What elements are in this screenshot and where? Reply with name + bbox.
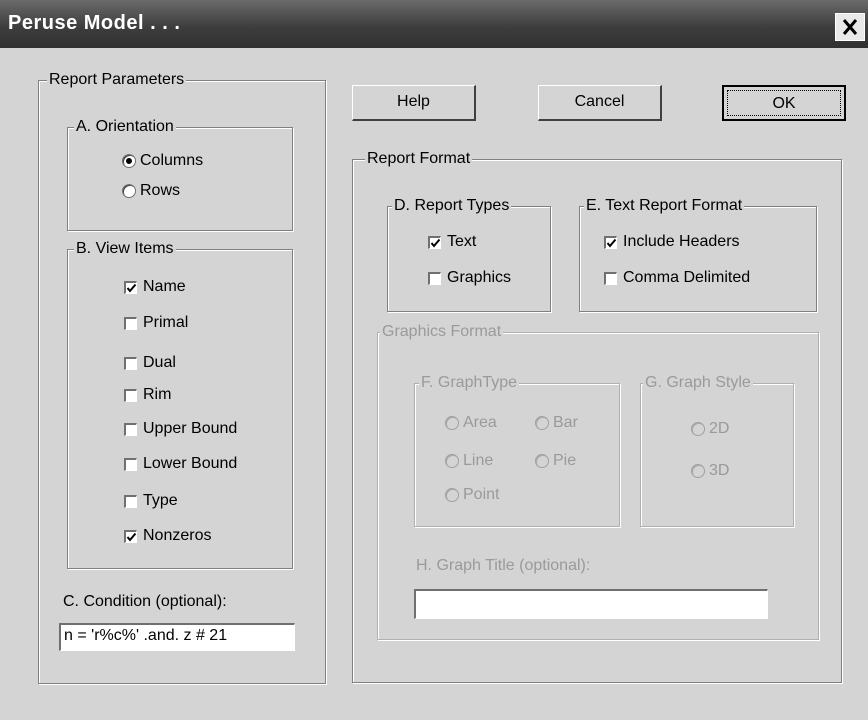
report-format-group: Report Format D. Report Types Text Graph… (352, 150, 842, 683)
radio-button-icon (445, 416, 459, 430)
checkbox-icon (124, 388, 137, 402)
text-report-format-group: E. Text Report Format Include Headers Co… (579, 197, 817, 312)
checkbox-icon (428, 271, 441, 285)
checkbox-label: Graphics (447, 269, 512, 286)
radio-label: Bar (553, 414, 578, 431)
checkbox-label: Nonzeros (143, 527, 212, 544)
checkbox-icon (124, 316, 137, 330)
checkbox-icon (124, 356, 137, 370)
checkbox-upper-bound[interactable]: Upper Bound (124, 418, 237, 440)
cancel-button[interactable]: Cancel (538, 85, 662, 121)
checkbox-primal[interactable]: Primal (124, 312, 188, 334)
checkbox-graphics[interactable]: Graphics (428, 267, 511, 289)
window-title: Peruse Model . . . (8, 12, 181, 34)
checkbox-icon (124, 494, 137, 508)
radio-columns[interactable]: Columns (122, 150, 203, 172)
title-bar[interactable]: Peruse Model . . . (0, 0, 868, 48)
radio-label: Point (463, 486, 500, 503)
graph-type-legend: F. GraphType (419, 374, 520, 392)
checkbox-label: Rim (143, 386, 172, 403)
radio-bar[interactable]: Bar (535, 412, 578, 434)
graph-style-group: G. Graph Style 2D 3D (640, 374, 794, 527)
radio-button-icon (445, 488, 459, 502)
checkbox-lower-bound[interactable]: Lower Bound (124, 453, 237, 475)
checkbox-label: Primal (143, 314, 189, 331)
checkbox-type[interactable]: Type (124, 490, 178, 512)
radio-rows[interactable]: Rows (122, 180, 180, 202)
text-report-format-legend: E. Text Report Format (584, 197, 745, 215)
checkbox-dual[interactable]: Dual (124, 352, 176, 374)
radio-label: Columns (140, 152, 204, 169)
checkbox-name[interactable]: Name (124, 276, 186, 298)
help-button[interactable]: Help (352, 85, 476, 121)
graph-style-legend: G. Graph Style (643, 374, 753, 392)
report-parameters-legend: Report Parameters (47, 71, 187, 89)
report-parameters-group: Report Parameters A. Orientation Columns… (38, 71, 326, 684)
graph-type-group: F. GraphType Area Bar Line Pie Point (414, 374, 620, 527)
checkbox-nonzeros[interactable]: Nonzeros (124, 525, 211, 547)
radio-button-icon (691, 464, 705, 478)
radio-label: Rows (140, 182, 181, 199)
checkbox-icon (604, 271, 617, 285)
checkbox-label: Lower Bound (143, 455, 238, 472)
report-format-legend: Report Format (365, 150, 473, 168)
checkbox-label: Upper Bound (143, 420, 238, 437)
checkbox-icon (124, 422, 137, 436)
dialog-window: Peruse Model . . . Report Parameters A. … (0, 0, 868, 720)
radio-label: Line (463, 452, 494, 469)
checkbox-label: Dual (143, 354, 176, 371)
radio-button-icon (122, 184, 136, 198)
radio-2d[interactable]: 2D (691, 418, 729, 440)
view-items-legend: B. View Items (74, 240, 176, 258)
radio-label: Pie (553, 452, 577, 469)
radio-3d[interactable]: 3D (691, 460, 729, 482)
orientation-group: A. Orientation Columns Rows (67, 118, 293, 231)
checkbox-comma-delimited[interactable]: Comma Delimited (604, 267, 750, 289)
checkbox-rim[interactable]: Rim (124, 384, 171, 406)
checkbox-label: Comma Delimited (623, 269, 751, 286)
radio-line[interactable]: Line (445, 450, 493, 472)
radio-button-icon (445, 454, 459, 468)
graphics-format-legend: Graphics Format (380, 323, 504, 341)
radio-area[interactable]: Area (445, 412, 497, 434)
report-types-legend: D. Report Types (392, 197, 512, 215)
radio-button-icon (691, 422, 705, 436)
ok-label: OK (727, 90, 841, 116)
close-button[interactable] (835, 13, 865, 41)
radio-button-icon (535, 416, 549, 430)
checkbox-include-headers[interactable]: Include Headers (604, 231, 740, 253)
checkbox-label: Include Headers (623, 233, 740, 250)
radio-button-icon (122, 154, 136, 168)
view-items-group: B. View Items Name Primal Dual Rim Upper… (67, 240, 293, 569)
radio-pie[interactable]: Pie (535, 450, 576, 472)
ok-button[interactable]: OK (722, 85, 846, 121)
checkbox-label: Name (143, 278, 186, 295)
checkbox-checked-icon (124, 529, 137, 543)
radio-button-icon (535, 454, 549, 468)
condition-input[interactable]: n = 'r%c%' .and. z # 21 (59, 623, 295, 651)
checkbox-text[interactable]: Text (428, 231, 476, 253)
orientation-legend: A. Orientation (74, 118, 176, 136)
checkbox-icon (124, 457, 137, 471)
radio-label: 2D (709, 420, 730, 437)
graph-title-label: H. Graph Title (optional): (416, 557, 591, 574)
graph-title-input[interactable] (414, 589, 768, 619)
radio-label: 3D (709, 462, 730, 479)
checkbox-label: Type (143, 492, 178, 509)
checkbox-label: Text (447, 233, 477, 250)
radio-point[interactable]: Point (445, 484, 499, 506)
report-types-group: D. Report Types Text Graphics (387, 197, 551, 312)
checkbox-checked-icon (428, 235, 441, 249)
checkbox-checked-icon (604, 235, 617, 249)
graphics-format-group: Graphics Format F. GraphType Area Bar Li… (377, 323, 819, 640)
checkbox-checked-icon (124, 280, 137, 294)
close-icon (842, 19, 858, 35)
condition-label: C. Condition (optional): (63, 593, 227, 610)
radio-label: Area (463, 414, 497, 431)
